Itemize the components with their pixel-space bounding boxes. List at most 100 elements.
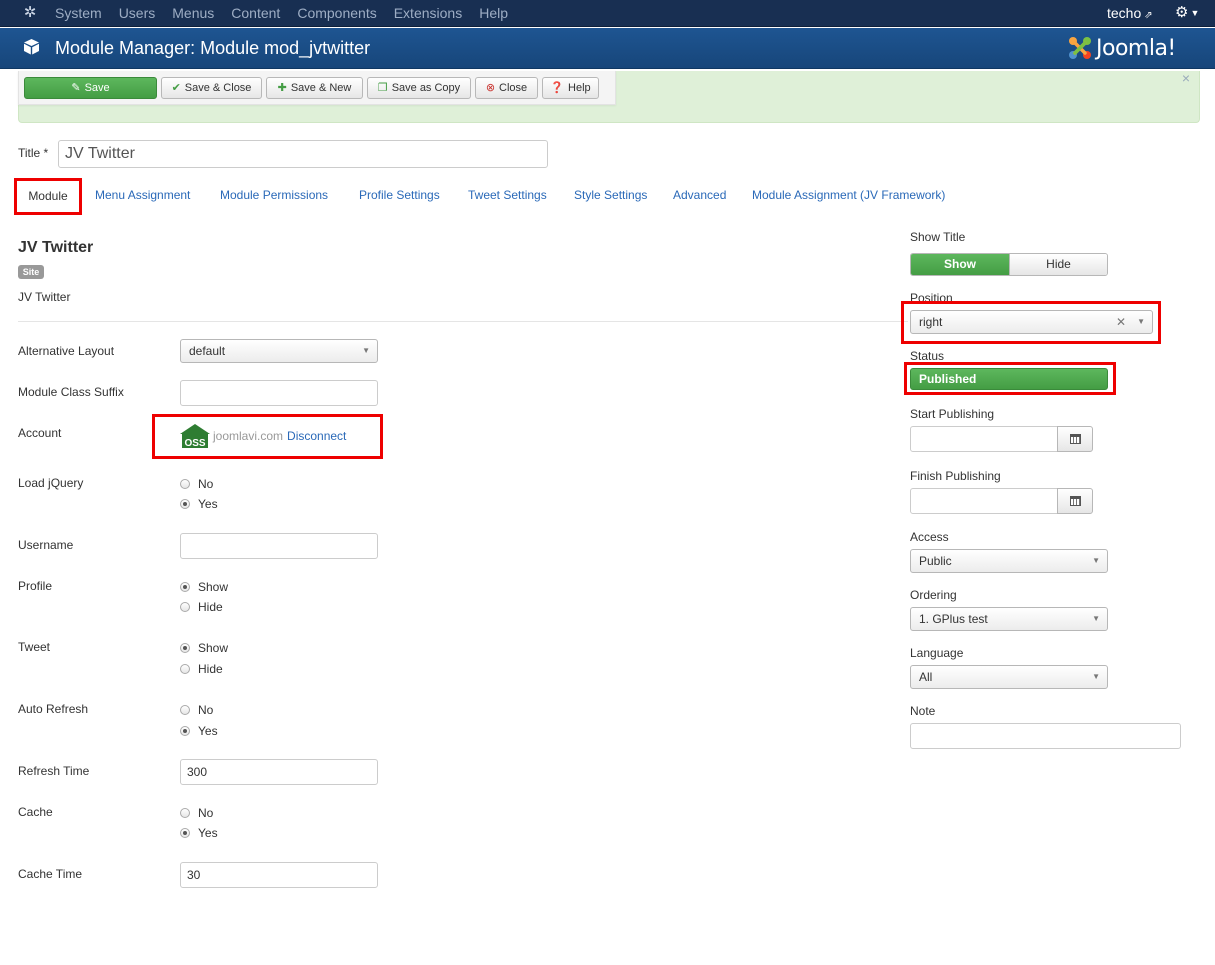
menu-components[interactable]: Components (297, 0, 376, 27)
class-suffix-input[interactable] (180, 380, 378, 406)
title-input[interactable]: JV Twitter (58, 140, 548, 168)
help-button[interactable]: ❓ Help (542, 77, 599, 99)
close-icon[interactable]: × (1182, 71, 1190, 85)
check-icon: ✔ (171, 82, 181, 94)
admin-menu: System Users Menus Content Components Ex… (55, 0, 525, 27)
joomla-logo-icon (1069, 37, 1091, 59)
cache-time-input[interactable]: 30 (180, 862, 378, 888)
menu-users[interactable]: Users (119, 0, 156, 27)
refresh-time-input[interactable]: 300 (180, 759, 378, 785)
close-button[interactable]: ⊗ Close (475, 77, 538, 99)
tab-menu-assignment[interactable]: Menu Assignment (95, 188, 190, 202)
tweet-show[interactable]: Show (180, 641, 228, 655)
page-header: Module Manager: Module mod_jvtwitter Joo… (0, 28, 1215, 69)
toolbar: ✎ Save ✔ Save & Close ✚ Save & New ❐ Save as… (18, 71, 616, 105)
auto-refresh-no[interactable]: No (180, 703, 213, 717)
status-label: Status (910, 349, 945, 363)
joomla-icon[interactable]: ✲ (22, 5, 38, 21)
tab-profile-settings[interactable]: Profile Settings (359, 188, 440, 202)
show-title-hide[interactable]: Hide (1009, 254, 1107, 275)
profile-hide[interactable]: Hide (180, 600, 223, 614)
menu-system[interactable]: System (55, 0, 102, 27)
profile-show[interactable]: Show (180, 580, 228, 594)
language-label: Language (910, 646, 964, 660)
show-title-toggle: Show Hide (910, 253, 1108, 276)
chevron-down-icon: ▼ (1137, 317, 1145, 326)
menu-menus[interactable]: Menus (172, 0, 214, 27)
alt-layout-select[interactable]: default ▼ (180, 339, 378, 363)
load-jquery-label: Load jQuery (18, 476, 84, 490)
status-published-button[interactable]: Published (910, 368, 1108, 390)
clear-icon[interactable]: ✕ (1116, 311, 1126, 333)
disconnect-link[interactable]: Disconnect (287, 429, 346, 443)
refresh-time-label: Refresh Time (18, 764, 90, 778)
cache-yes[interactable]: Yes (180, 826, 218, 840)
username-input[interactable] (180, 533, 378, 559)
tweet-hide[interactable]: Hide (180, 662, 223, 676)
note-input[interactable] (910, 723, 1181, 749)
cube-icon (24, 39, 39, 55)
alt-layout-label: Alternative Layout (18, 344, 115, 358)
plus-icon: ✚ (277, 82, 287, 94)
position-select[interactable]: right ✕ ▼ (910, 310, 1153, 334)
tab-advanced[interactable]: Advanced (673, 188, 726, 202)
menu-help[interactable]: Help (479, 0, 508, 27)
profile-label: Profile (18, 579, 53, 593)
save-close-button[interactable]: ✔ Save & Close (161, 77, 262, 99)
auto-refresh-yes[interactable]: Yes (180, 724, 218, 738)
user-settings-menu[interactable]: ⚙ ▼ (1175, 0, 1199, 26)
oss-logo-icon: OSS (180, 424, 210, 449)
save-copy-button[interactable]: ❐ Save as Copy (367, 77, 471, 99)
radio-icon (180, 808, 190, 818)
save-button[interactable]: ✎ Save (24, 77, 157, 99)
ordering-select[interactable]: 1. GPlus test ▼ (910, 607, 1108, 631)
brand-wordmark: Joomla! (1096, 35, 1176, 61)
caret-down-icon: ▼ (1190, 8, 1200, 19)
tab-module-permissions[interactable]: Module Permissions (220, 188, 328, 202)
menu-content[interactable]: Content (231, 0, 280, 27)
save-new-button[interactable]: ✚ Save & New (266, 77, 363, 99)
radio-icon (180, 664, 190, 674)
finish-publishing-input[interactable] (910, 488, 1058, 514)
start-publishing-input[interactable] (910, 426, 1058, 452)
divider (18, 321, 908, 322)
tab-bar: Module Menu Assignment Module Permission… (0, 178, 1215, 215)
class-suffix-label: Module Class Suffix (18, 385, 124, 399)
cache-no[interactable]: No (180, 806, 213, 820)
tab-tweet-settings[interactable]: Tweet Settings (468, 188, 547, 202)
finish-publishing-calendar-button[interactable] (1057, 488, 1093, 514)
radio-checked-icon (180, 582, 190, 592)
question-icon: ❓ (550, 82, 565, 94)
start-publishing-calendar-button[interactable] (1057, 426, 1093, 452)
user-name: techo (1107, 5, 1142, 21)
finish-publishing-field (910, 488, 1093, 514)
radio-checked-icon (180, 499, 190, 509)
module-name: JV Twitter (18, 239, 94, 256)
tab-style-settings[interactable]: Style Settings (574, 188, 647, 202)
tweet-label: Tweet (18, 640, 51, 654)
chevron-down-icon: ▼ (1092, 556, 1100, 565)
copy-icon: ❐ (377, 82, 388, 94)
tab-module-assignment-jv[interactable]: Module Assignment (JV Framework) (752, 188, 945, 202)
edit-icon: ✎ (71, 82, 81, 94)
user-link[interactable]: techo ⇗ (1107, 0, 1153, 29)
load-jquery-yes[interactable]: Yes (180, 497, 218, 511)
radio-checked-icon (180, 726, 190, 736)
menu-extensions[interactable]: Extensions (394, 0, 462, 27)
show-title-show[interactable]: Show (911, 254, 1009, 275)
chevron-down-icon: ▼ (1092, 614, 1100, 623)
start-publishing-label: Start Publishing (910, 407, 995, 421)
account-label: Account (18, 426, 62, 440)
external-link-icon: ⇗ (1144, 10, 1153, 21)
load-jquery-no[interactable]: No (180, 477, 213, 491)
access-select[interactable]: Public ▼ (910, 549, 1108, 573)
username-label: Username (18, 538, 74, 552)
account-domain: joomlavi.com (213, 429, 284, 443)
tab-module[interactable]: Module (14, 178, 82, 215)
svg-text:OSS: OSS (184, 438, 205, 449)
language-select[interactable]: All ▼ (910, 665, 1108, 689)
note-label: Note (910, 704, 936, 718)
joomla-brand: Joomla! (1066, 34, 1176, 62)
finish-publishing-label: Finish Publishing (910, 469, 1001, 483)
account-info: OSS joomlavi.com Disconnect (180, 422, 346, 450)
